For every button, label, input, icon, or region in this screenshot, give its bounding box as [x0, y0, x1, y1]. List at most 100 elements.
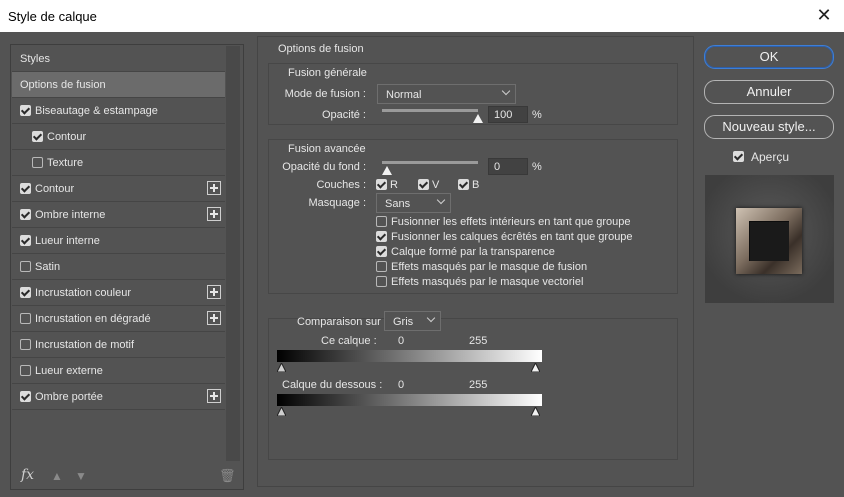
sidebar-item-checkbox[interactable] [32, 131, 43, 142]
add-effect-icon[interactable] [207, 285, 221, 299]
sidebar-item-checkbox[interactable] [20, 261, 31, 272]
close-icon[interactable]: ✕ [814, 5, 834, 25]
add-effect-icon[interactable] [207, 389, 221, 403]
preview-label: Aperçu [751, 150, 790, 164]
preview-checkbox[interactable] [733, 151, 744, 162]
fx-icon[interactable]: fx [21, 467, 34, 483]
advanced-blending-group: Fusion avancée Opacité du fond : 0 % Cou… [268, 139, 678, 294]
sidebar-item-label: Styles [20, 53, 50, 65]
sidebar-item[interactable]: Contour [12, 176, 225, 202]
group-title: Fusion générale [288, 67, 367, 79]
add-effect-icon[interactable] [207, 311, 221, 325]
title-bar: Style de calque ✕ [0, 0, 844, 32]
arrow-up-icon[interactable]: ▲ [51, 469, 63, 483]
trash-icon[interactable]: 🗑 [219, 468, 236, 484]
sidebar-item[interactable]: Ombre interne [12, 202, 225, 228]
arrow-down-icon[interactable]: ▼ [75, 469, 87, 483]
opacity-value: 100 [494, 109, 513, 121]
styles-scrollbar[interactable] [226, 46, 240, 461]
underlying-layer-gradient[interactable] [277, 394, 542, 406]
sidebar-item-label: Lueur externe [35, 365, 103, 377]
sidebar-item-checkbox[interactable] [20, 391, 31, 402]
new-style-button[interactable]: Nouveau style... [704, 115, 834, 139]
fill-opacity-slider-track[interactable] [382, 161, 478, 164]
fill-opacity-input[interactable]: 0 [488, 158, 528, 175]
sidebar-item-checkbox[interactable] [32, 157, 43, 168]
sidebar-item-checkbox[interactable] [20, 209, 31, 220]
opacity-unit: % [532, 109, 542, 121]
opacity-label: Opacité : [321, 109, 366, 121]
sidebar-item-label: Lueur interne [35, 235, 100, 247]
sidebar-item[interactable]: Lueur interne [12, 228, 225, 254]
this-layer-low: 0 [398, 335, 405, 347]
blend-mode-value: Normal [386, 89, 422, 101]
blend-if-select[interactable]: Gris [384, 311, 441, 331]
ok-button[interactable]: OK [704, 45, 834, 69]
channel-label: R [390, 179, 398, 191]
sidebar-item-label: Texture [47, 157, 84, 169]
option-checkbox[interactable] [376, 231, 387, 242]
opacity-slider-thumb[interactable] [473, 114, 483, 123]
sidebar-item[interactable]: Ombre portée [12, 384, 225, 410]
channel-checkbox[interactable] [458, 179, 469, 190]
sidebar-item[interactable]: Contour [12, 124, 225, 150]
channel-checkbox[interactable] [376, 179, 387, 190]
underlying-layer-black-thumb[interactable] [277, 407, 286, 416]
underlying-layer-low: 0 [398, 379, 405, 391]
add-effect-icon[interactable] [207, 207, 221, 221]
channel-checkbox[interactable] [418, 179, 429, 190]
underlying-layer-label: Calque du dessous : [282, 379, 383, 391]
option-checkbox[interactable] [376, 276, 387, 287]
sidebar-item-checkbox[interactable] [20, 287, 31, 298]
sidebar-item[interactable]: Lueur externe [12, 358, 225, 384]
option-checkbox[interactable] [376, 216, 387, 227]
sidebar-item[interactable]: Texture [12, 150, 225, 176]
option-label: Fusionner les effets intérieurs en tant … [391, 216, 631, 228]
sidebar-item[interactable]: Styles [12, 46, 225, 72]
sidebar-item[interactable]: Incrustation de motif [12, 332, 225, 358]
blend-if-value: Gris [393, 316, 414, 328]
sidebar-item-checkbox[interactable] [20, 183, 31, 194]
sidebar-item-label: Ombre portée [35, 391, 103, 403]
opacity-slider-track[interactable] [382, 109, 478, 112]
knockout-value: Sans [385, 198, 411, 210]
sidebar-item-label: Biseautage & estampage [35, 105, 158, 117]
channel-label: V [432, 179, 440, 191]
sidebar-item-label: Contour [47, 131, 87, 143]
sidebar-item[interactable]: Incrustation en dégradé [12, 306, 225, 332]
option-label: Fusionner les calques écrêtés en tant qu… [391, 231, 633, 243]
fill-opacity-slider-thumb[interactable] [382, 166, 392, 175]
cancel-button[interactable]: Annuler [704, 80, 834, 104]
sidebar-item-label: Ombre interne [35, 209, 106, 221]
channels-label: Couches : [316, 179, 366, 191]
sidebar-item-label: Satin [35, 261, 61, 273]
this-layer-label: Ce calque : [321, 335, 377, 347]
this-layer-gradient[interactable] [277, 350, 542, 362]
sidebar-item[interactable]: Satin [12, 254, 225, 280]
this-layer-white-thumb[interactable] [531, 363, 540, 372]
sidebar-item[interactable]: Biseautage & estampage [12, 98, 225, 124]
option-label: Effets masqués par le masque de fusion [391, 261, 588, 273]
underlying-layer-white-thumb[interactable] [531, 407, 540, 416]
sidebar-item-checkbox[interactable] [20, 313, 31, 324]
sidebar-item-checkbox[interactable] [20, 339, 31, 350]
knockout-select[interactable]: Sans [376, 193, 451, 213]
this-layer-black-thumb[interactable] [277, 363, 286, 372]
sidebar-item-checkbox[interactable] [20, 105, 31, 116]
sidebar-item-checkbox[interactable] [20, 235, 31, 246]
styles-list: Styles Options de fusion Biseautage & esta… [12, 46, 225, 410]
fill-opacity-label: Opacité du fond : [282, 161, 366, 173]
sidebar-item[interactable]: Incrustation couleur [12, 280, 225, 306]
option-label: Effets masqués par le masque vectoriel [391, 276, 584, 288]
section-title: Options de fusion [278, 43, 364, 55]
sidebar-item-checkbox[interactable] [20, 365, 31, 376]
option-checkbox[interactable] [376, 261, 387, 272]
style-preview [705, 175, 834, 303]
add-effect-icon[interactable] [207, 181, 221, 195]
option-checkbox[interactable] [376, 246, 387, 257]
styles-footer: fx ▲ ▼ 🗑 [11, 461, 243, 489]
blend-mode-select[interactable]: Normal [377, 84, 516, 104]
sidebar-item[interactable]: Options de fusion [12, 72, 225, 98]
opacity-input[interactable]: 100 [488, 106, 528, 123]
sidebar-item-label: Contour [35, 183, 75, 195]
